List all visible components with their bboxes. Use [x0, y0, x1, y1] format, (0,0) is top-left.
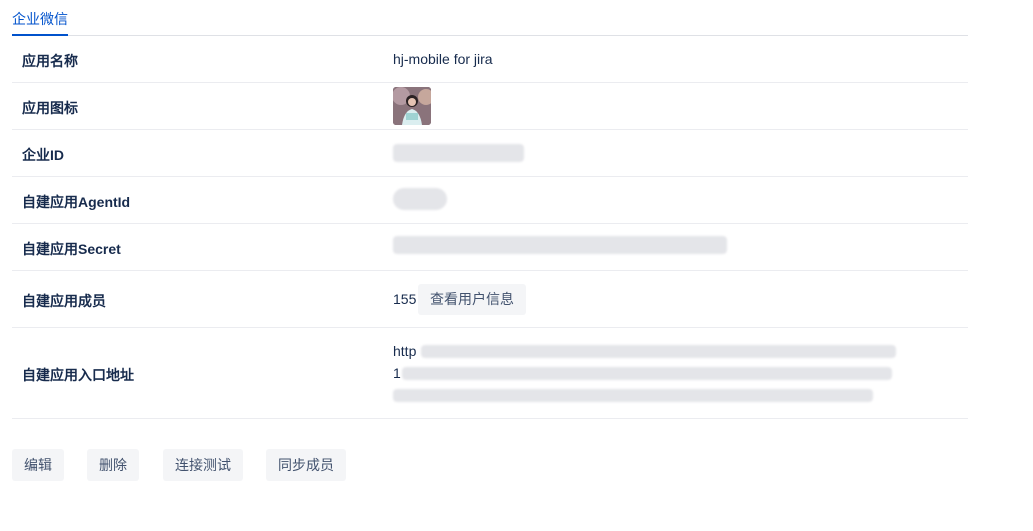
app-icon-label: 应用图标 [22, 100, 78, 116]
row-secret: 自建应用Secret [12, 224, 968, 271]
sync-members-button[interactable]: 同步成员 [266, 449, 346, 481]
agent-id-redacted [393, 188, 447, 210]
secret-redacted [393, 236, 727, 254]
corp-id-label: 企业ID [22, 147, 64, 163]
settings-table: 应用名称 hj-mobile for jira 应用图标 企业ID 自建应用Ag… [12, 36, 968, 419]
entry-url-line2: 1 [393, 365, 401, 381]
entry-url-redacted-1 [421, 345, 896, 358]
members-label: 自建应用成员 [22, 293, 106, 309]
edit-button[interactable]: 编辑 [12, 449, 64, 481]
row-app-name: 应用名称 hj-mobile for jira [12, 36, 968, 83]
members-count: 155 [393, 291, 417, 307]
entry-url-label: 自建应用入口地址 [22, 367, 134, 383]
tab-wecom[interactable]: 企业微信 [12, 10, 68, 36]
row-corp-id: 企业ID [12, 130, 968, 177]
entry-url-line1: http [393, 343, 417, 359]
app-icon-image [393, 87, 431, 125]
entry-url-redacted-2 [402, 367, 892, 380]
view-users-button[interactable]: 查看用户信息 [418, 284, 526, 315]
row-agent-id: 自建应用AgentId [12, 177, 968, 224]
secret-label: 自建应用Secret [22, 241, 121, 257]
connection-test-button[interactable]: 连接测试 [163, 449, 243, 481]
row-members: 自建应用成员 155 查看用户信息 [12, 271, 968, 328]
entry-url-redacted-3 [393, 389, 873, 402]
agent-id-label: 自建应用AgentId [22, 194, 131, 210]
corp-id-redacted [393, 144, 524, 162]
row-app-icon: 应用图标 [12, 83, 968, 130]
app-name-value: hj-mobile for jira [393, 51, 493, 67]
delete-button[interactable]: 删除 [87, 449, 139, 481]
tab-bar: 企业微信 [12, 0, 968, 36]
app-name-label: 应用名称 [22, 53, 78, 69]
row-entry-url: 自建应用入口地址 http 1 [12, 328, 968, 419]
